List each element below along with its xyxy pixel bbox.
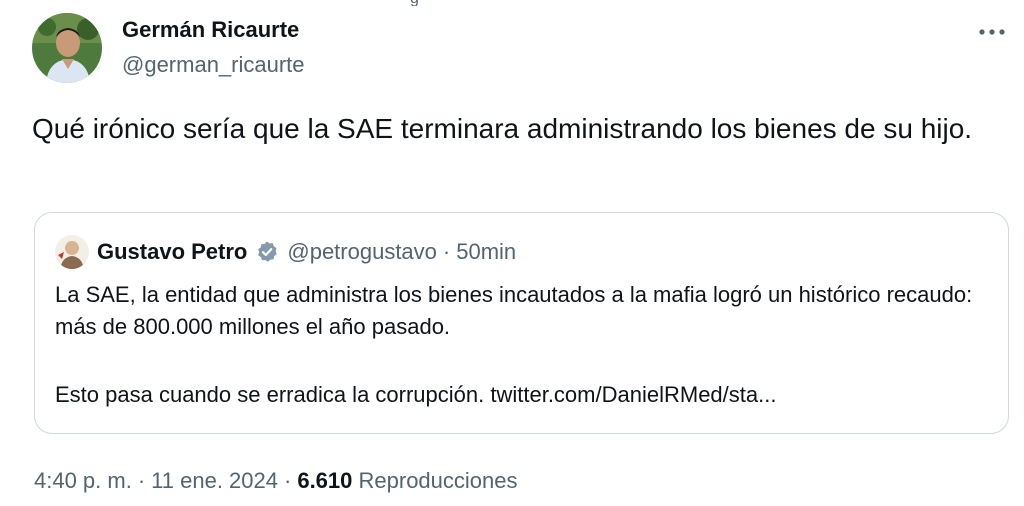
meta-separator: · [137, 468, 146, 493]
tweet-text: Qué irónico sería que la SAE terminara a… [32, 113, 973, 144]
author-avatar[interactable] [32, 13, 102, 83]
user-avatar-illustration-icon [55, 235, 89, 269]
more-horizontal-icon [979, 29, 1005, 35]
partial-text: g [410, 0, 419, 6]
more-options-button[interactable] [976, 16, 1008, 48]
verified-badge-icon [258, 241, 278, 262]
previous-content-sliver: g [0, 0, 1024, 6]
views-label[interactable]: Reproducciones [359, 468, 518, 493]
quoted-text-paragraph-1: La SAE, la entidad que administra los bi… [55, 282, 973, 339]
user-avatar-photo-icon [32, 13, 102, 83]
quoted-text-paragraph-2: Esto pasa cuando se erradica la corrupci… [55, 382, 777, 407]
quoted-author-handle[interactable]: @petrogustavo [287, 239, 437, 265]
quoted-author-avatar[interactable] [55, 235, 89, 269]
quoted-separator: · [442, 239, 451, 264]
quoted-author-name[interactable]: Gustavo Petro [97, 239, 247, 265]
tweet-date[interactable]: 11 ene. 2024 [151, 468, 278, 493]
tweet-metadata: 4:40 p. m. · 11 ene. 2024 · 6.610 Reproducci… [34, 466, 518, 496]
views-count[interactable]: 6.610 [297, 468, 352, 493]
tweet-time[interactable]: 4:40 p. m. [34, 468, 132, 493]
quoted-timestamp[interactable]: 50min [456, 239, 516, 265]
author-info: Germán Ricaurte @german_ricaurte [122, 16, 305, 80]
quoted-tweet-header: Gustavo Petro @petrogustavo · 50min [55, 235, 516, 269]
author-name[interactable]: Germán Ricaurte [122, 16, 305, 44]
author-handle[interactable]: @german_ricaurte [122, 50, 305, 80]
meta-separator-2: · [284, 468, 292, 493]
quoted-tweet-card[interactable]: Gustavo Petro @petrogustavo · 50min La S… [34, 212, 1009, 434]
quoted-tweet-text: La SAE, la entidad que administra los bi… [55, 279, 985, 411]
